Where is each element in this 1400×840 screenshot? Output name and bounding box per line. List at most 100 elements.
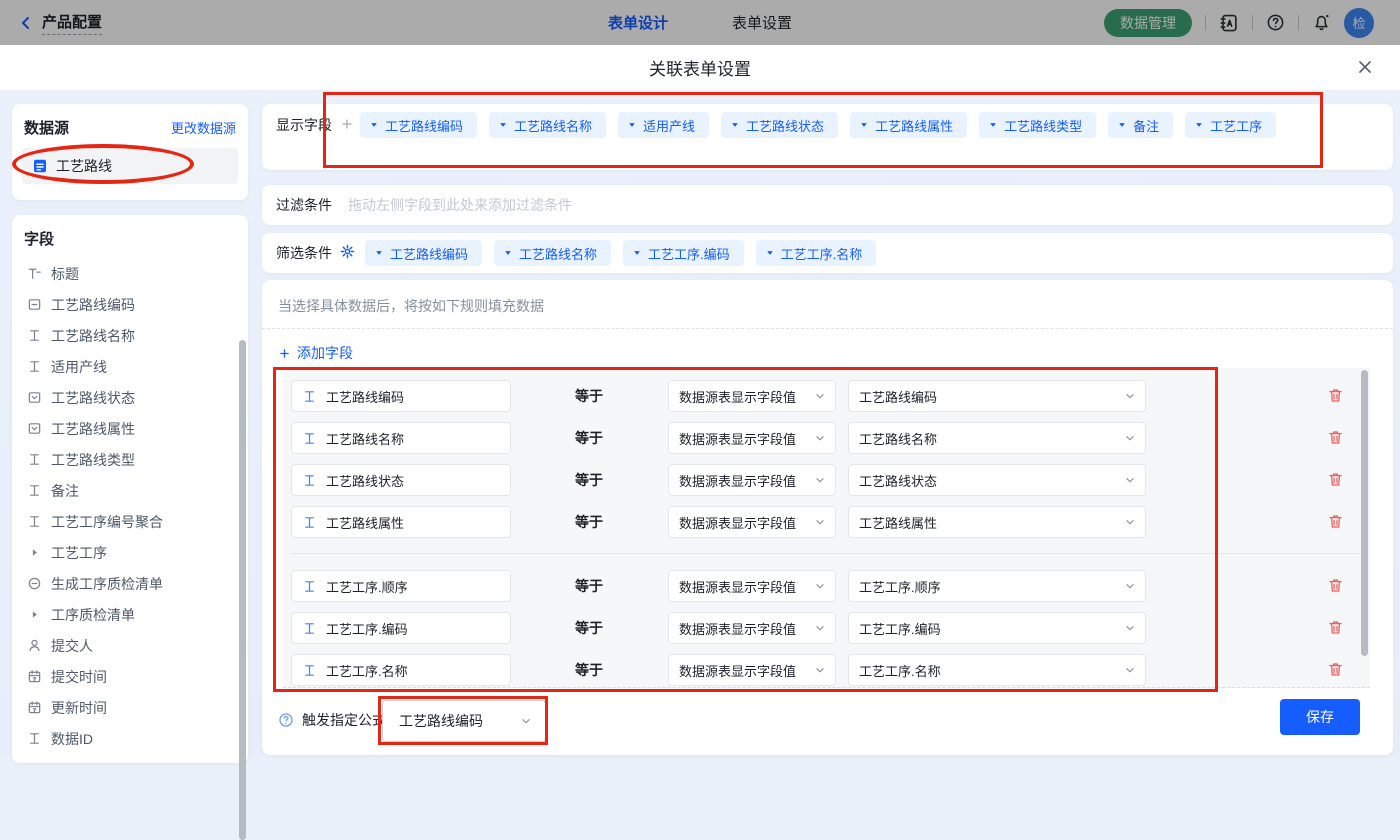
- display-field-tag[interactable]: 工艺路线状态: [721, 112, 839, 138]
- expand-icon: [26, 608, 42, 621]
- rule-field-label: 工艺路线编码: [326, 389, 405, 405]
- tab-form-settings[interactable]: 表单设置: [732, 12, 792, 33]
- text-icon: [26, 328, 42, 343]
- field-item[interactable]: 提交人: [12, 630, 248, 661]
- close-button[interactable]: [1354, 57, 1376, 79]
- rule-value-select[interactable]: 工艺路线编码: [848, 380, 1146, 412]
- field-item-label: 工艺路线名称: [51, 327, 135, 344]
- display-field-tag[interactable]: 工艺路线属性: [850, 112, 968, 138]
- rule-source-select[interactable]: 数据源表显示字段值: [668, 612, 836, 644]
- datasource-selected-item[interactable]: 工艺路线: [22, 148, 238, 184]
- rule-value-select[interactable]: 工艺路线属性: [848, 506, 1146, 538]
- delete-rule-button[interactable]: [1326, 619, 1344, 637]
- field-item[interactable]: 工艺路线名称: [12, 320, 248, 351]
- field-item[interactable]: 备注: [12, 475, 248, 506]
- delete-rule-button[interactable]: [1326, 429, 1344, 447]
- data-manage-button[interactable]: 数据管理: [1104, 8, 1192, 37]
- chevron-down-icon: [813, 515, 827, 529]
- user-icon: [26, 638, 42, 653]
- field-item[interactable]: 更新时间: [12, 692, 248, 723]
- rule-source-select[interactable]: 数据源表显示字段值: [668, 506, 836, 538]
- field-item[interactable]: 提交时间: [12, 661, 248, 692]
- display-field-tag[interactable]: 工艺工序: [1185, 112, 1277, 138]
- sift-label: 筛选条件: [276, 245, 332, 261]
- address-book-icon[interactable]: [1219, 13, 1239, 33]
- rule-source-select[interactable]: 数据源表显示字段值: [668, 570, 836, 602]
- delete-rule-button[interactable]: [1326, 577, 1344, 595]
- field-item[interactable]: 标题: [12, 258, 248, 289]
- tag-label: 工艺路线属性: [875, 118, 954, 134]
- add-display-field-button[interactable]: [340, 112, 354, 138]
- rule-field-box[interactable]: 工艺工序.顺序: [291, 570, 511, 602]
- rule-field-label: 工艺路线名称: [326, 431, 405, 447]
- add-rule-field-button[interactable]: 添加字段: [278, 343, 353, 363]
- sift-condition-tag[interactable]: 工艺路线名称: [494, 240, 612, 266]
- rule-row: 工艺路线编码 等于 数据源表显示字段值 工艺路线编码: [283, 380, 1370, 412]
- field-item[interactable]: 工艺路线状态: [12, 382, 248, 413]
- rule-value-select[interactable]: 工艺工序.名称: [848, 654, 1146, 686]
- chevron-down-icon: [519, 714, 533, 728]
- tag-label: 工艺工序.编码: [648, 246, 730, 262]
- rule-group-divider: [291, 553, 1360, 554]
- field-item[interactable]: 工艺工序编号聚合: [12, 506, 248, 537]
- rule-source-select[interactable]: 数据源表显示字段值: [668, 464, 836, 496]
- display-field-tag[interactable]: 工艺路线编码: [360, 112, 478, 138]
- rule-source-select[interactable]: 数据源表显示字段值: [668, 654, 836, 686]
- rule-value-select[interactable]: 工艺路线名称: [848, 422, 1146, 454]
- rule-operator: 等于: [575, 388, 603, 404]
- change-datasource-link[interactable]: 更改数据源: [171, 118, 236, 137]
- display-field-tag[interactable]: 适用产线: [618, 112, 710, 138]
- field-item[interactable]: 数据ID: [12, 723, 248, 754]
- sift-settings-button[interactable]: [340, 244, 355, 262]
- sift-condition-tag[interactable]: 工艺工序.编码: [623, 240, 744, 266]
- sift-condition-tag[interactable]: 工艺工序.名称: [755, 240, 877, 266]
- rule-field-box[interactable]: 工艺路线状态: [291, 464, 511, 496]
- rule-field-box[interactable]: 工艺路线名称: [291, 422, 511, 454]
- save-button[interactable]: 保存: [1280, 699, 1360, 735]
- tab-form-design[interactable]: 表单设计: [608, 12, 668, 33]
- field-item[interactable]: 工艺路线属性: [12, 413, 248, 444]
- caret-down-icon: [988, 120, 998, 130]
- rule-field-box[interactable]: 工艺工序.编码: [291, 612, 511, 644]
- back-navigation[interactable]: 产品配置: [18, 0, 103, 45]
- display-field-tag[interactable]: 工艺路线名称: [489, 112, 607, 138]
- back-icon[interactable]: [18, 15, 34, 31]
- delete-rule-button[interactable]: [1326, 387, 1344, 405]
- rule-value-select[interactable]: 工艺工序.顺序: [848, 570, 1146, 602]
- rule-source-select[interactable]: 数据源表显示字段值: [668, 380, 836, 412]
- user-avatar[interactable]: 检: [1344, 7, 1374, 38]
- rule-field-box[interactable]: 工艺路线编码: [291, 380, 511, 412]
- rule-field-label: 工艺工序.顺序: [326, 579, 408, 595]
- display-field-tag[interactable]: 工艺路线类型: [979, 112, 1097, 138]
- delete-rule-button[interactable]: [1326, 471, 1344, 489]
- trash-icon: [1327, 471, 1344, 488]
- caret-down-icon: [859, 120, 869, 130]
- chevron-down-icon: [813, 579, 827, 593]
- trigger-formula-select[interactable]: 工艺路线编码: [382, 700, 546, 742]
- field-item[interactable]: 生成工序质检清单: [12, 568, 248, 599]
- help-icon[interactable]: [1266, 13, 1285, 32]
- notification-bell-icon[interactable]: [1312, 13, 1331, 32]
- rule-operator: 等于: [575, 620, 603, 636]
- display-fields-label: 显示字段: [276, 117, 332, 133]
- rule-value-select[interactable]: 工艺工序.编码: [848, 612, 1146, 644]
- field-item[interactable]: 工艺路线编码: [12, 289, 248, 320]
- fields-title: 字段: [24, 231, 55, 248]
- display-field-tag[interactable]: 备注: [1108, 112, 1174, 138]
- delete-rule-button[interactable]: [1326, 513, 1344, 531]
- rule-source-select[interactable]: 数据源表显示字段值: [668, 422, 836, 454]
- field-item[interactable]: 工艺路线类型: [12, 444, 248, 475]
- rule-field-box[interactable]: 工艺工序.名称: [291, 654, 511, 686]
- rule-value-select[interactable]: 工艺路线状态: [848, 464, 1146, 496]
- field-item[interactable]: 工序质检清单: [12, 599, 248, 630]
- delete-rule-button[interactable]: [1326, 661, 1344, 679]
- field-item[interactable]: 工艺工序: [12, 537, 248, 568]
- sift-condition-tag[interactable]: 工艺路线编码: [365, 240, 483, 266]
- fields-scrollbar[interactable]: [239, 340, 246, 840]
- tag-label: 工艺路线名称: [514, 118, 593, 134]
- divider: [1205, 15, 1206, 30]
- field-item[interactable]: 适用产线: [12, 351, 248, 382]
- rule-field-box[interactable]: 工艺路线属性: [291, 506, 511, 538]
- tag-label: 工艺路线名称: [519, 246, 598, 262]
- caret-down-icon: [369, 120, 379, 130]
